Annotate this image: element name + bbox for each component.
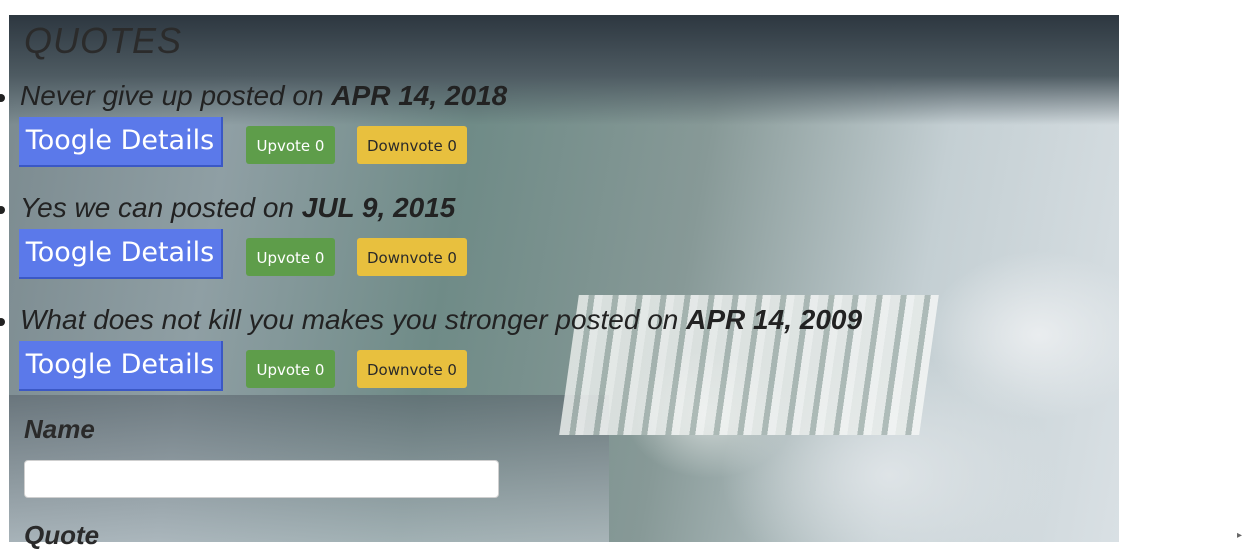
downvote-button[interactable]: Downvote 0 bbox=[357, 126, 467, 164]
quote-text: What does not kill you makes you stronge… bbox=[20, 304, 548, 335]
name-label: Name bbox=[24, 414, 95, 444]
quote-date: APR 14, 2018 bbox=[331, 80, 508, 111]
quote-line: What does not kill you makes you stronge… bbox=[20, 304, 862, 336]
page-title: QUOTES bbox=[24, 20, 183, 61]
bullet-icon bbox=[0, 206, 5, 214]
downvote-button[interactable]: Downvote 0 bbox=[357, 350, 467, 388]
posted-on-text: posted on bbox=[170, 192, 294, 223]
quote-line: Yes we can posted on JUL 9, 2015 bbox=[20, 192, 455, 224]
quote-text: Never give up bbox=[20, 80, 193, 111]
bullet-icon bbox=[0, 94, 5, 102]
quote-date: APR 14, 2009 bbox=[686, 304, 863, 335]
quote-line: Never give up posted on APR 14, 2018 bbox=[20, 80, 507, 112]
upvote-button[interactable]: Upvote 0 bbox=[246, 238, 335, 276]
downvote-button[interactable]: Downvote 0 bbox=[357, 238, 467, 276]
quote-text: Yes we can bbox=[20, 192, 164, 223]
toggle-details-button[interactable]: Toogle Details bbox=[19, 117, 223, 167]
toggle-details-button[interactable]: Toogle Details bbox=[19, 229, 223, 279]
page-content: QUOTES Never give up posted on APR 14, 2… bbox=[0, 0, 1245, 550]
bullet-icon bbox=[0, 318, 5, 326]
posted-on-text: posted on bbox=[200, 80, 324, 111]
name-input[interactable] bbox=[24, 460, 499, 498]
scroll-indicator-icon[interactable]: ▸ bbox=[1237, 530, 1242, 541]
upvote-button[interactable]: Upvote 0 bbox=[246, 126, 335, 164]
upvote-button[interactable]: Upvote 0 bbox=[246, 350, 335, 388]
posted-on-text: posted on bbox=[555, 304, 679, 335]
toggle-details-button[interactable]: Toogle Details bbox=[19, 341, 223, 391]
quote-label: Quote bbox=[24, 520, 100, 550]
quote-date: JUL 9, 2015 bbox=[301, 192, 456, 223]
